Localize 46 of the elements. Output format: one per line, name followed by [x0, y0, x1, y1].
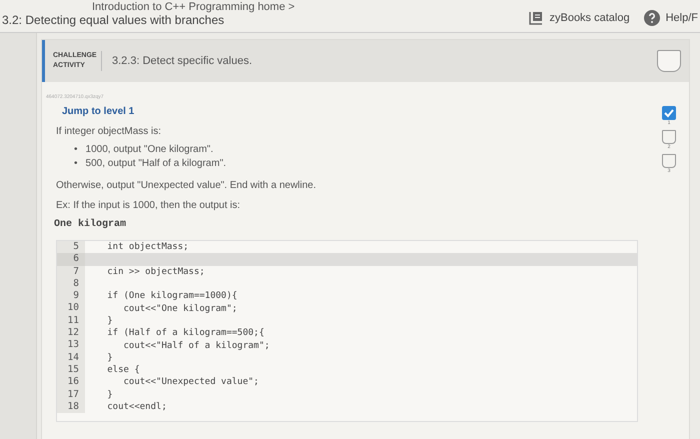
header-link[interactable]: Help/F [644, 10, 698, 26]
line-number: 17 [57, 388, 85, 401]
example-text: Ex: If the input is 1000, then the output is: [56, 200, 242, 211]
code-line: cout<<"Half of a kilogram"; [122, 340, 270, 351]
code-line: cout<<"Unexpected value"; [122, 377, 259, 388]
line-number: 12 [57, 327, 85, 340]
line-number: 7 [57, 266, 85, 278]
line-number: 11 [57, 314, 85, 328]
bullet-marker: • [74, 143, 78, 157]
section-title: 3.2: Detecting equal values with branches [2, 13, 226, 29]
bullet-item: 1000, output "One kilogram". [86, 143, 214, 157]
jump-link[interactable]: Jump to level 1 [62, 106, 649, 117]
book-icon [529, 11, 544, 25]
instruction-text: If integer objectMass is: [56, 126, 162, 137]
code-line: cout<<endl; [106, 402, 167, 412]
code-line: cin >> objectMass; [106, 266, 205, 277]
level-checkbox[interactable] [662, 106, 676, 120]
level-checkbox[interactable] [662, 130, 676, 144]
code-line: if (One kilogram==1000){ [106, 291, 238, 302]
code-line: cout<<"One kilogram"; [122, 304, 238, 314]
code-editor[interactable] [56, 240, 638, 422]
line-number: 6 [57, 253, 85, 266]
activity-title: 3.2.3: Detect specific values. [112, 55, 254, 67]
line-number: 15 [57, 364, 85, 376]
line-number: 8 [57, 278, 85, 290]
code-line: } [106, 352, 113, 363]
header-link[interactable]: zyBooks catalog [529, 10, 630, 26]
code-line: } [106, 316, 113, 326]
line-number: 14 [57, 352, 85, 364]
breadcrumb-link[interactable]: Introduction to C++ Programming home > [92, 2, 295, 13]
instruction-text: Otherwise, output "Unexpected value". End with a newline. [56, 180, 318, 191]
code-line: else { [106, 365, 140, 376]
code-line: if (Half of a kilogram==500;{ [106, 328, 264, 338]
line-number: 5 [57, 241, 85, 254]
help-icon [644, 10, 660, 26]
line-number: 16 [57, 376, 85, 389]
line-number: 13 [57, 339, 85, 352]
example-output: One kilogram [54, 219, 128, 230]
line-number: 18 [57, 400, 85, 414]
line-number: 10 [57, 302, 85, 315]
code-line: int objectMass; [106, 242, 189, 252]
bullet-item: 500, output "Half of a kilogram". [86, 157, 226, 171]
line-number: 9 [57, 290, 85, 302]
level-checkbox[interactable] [662, 154, 676, 168]
bullet-marker: • [74, 157, 78, 171]
code-line: } [106, 390, 113, 400]
